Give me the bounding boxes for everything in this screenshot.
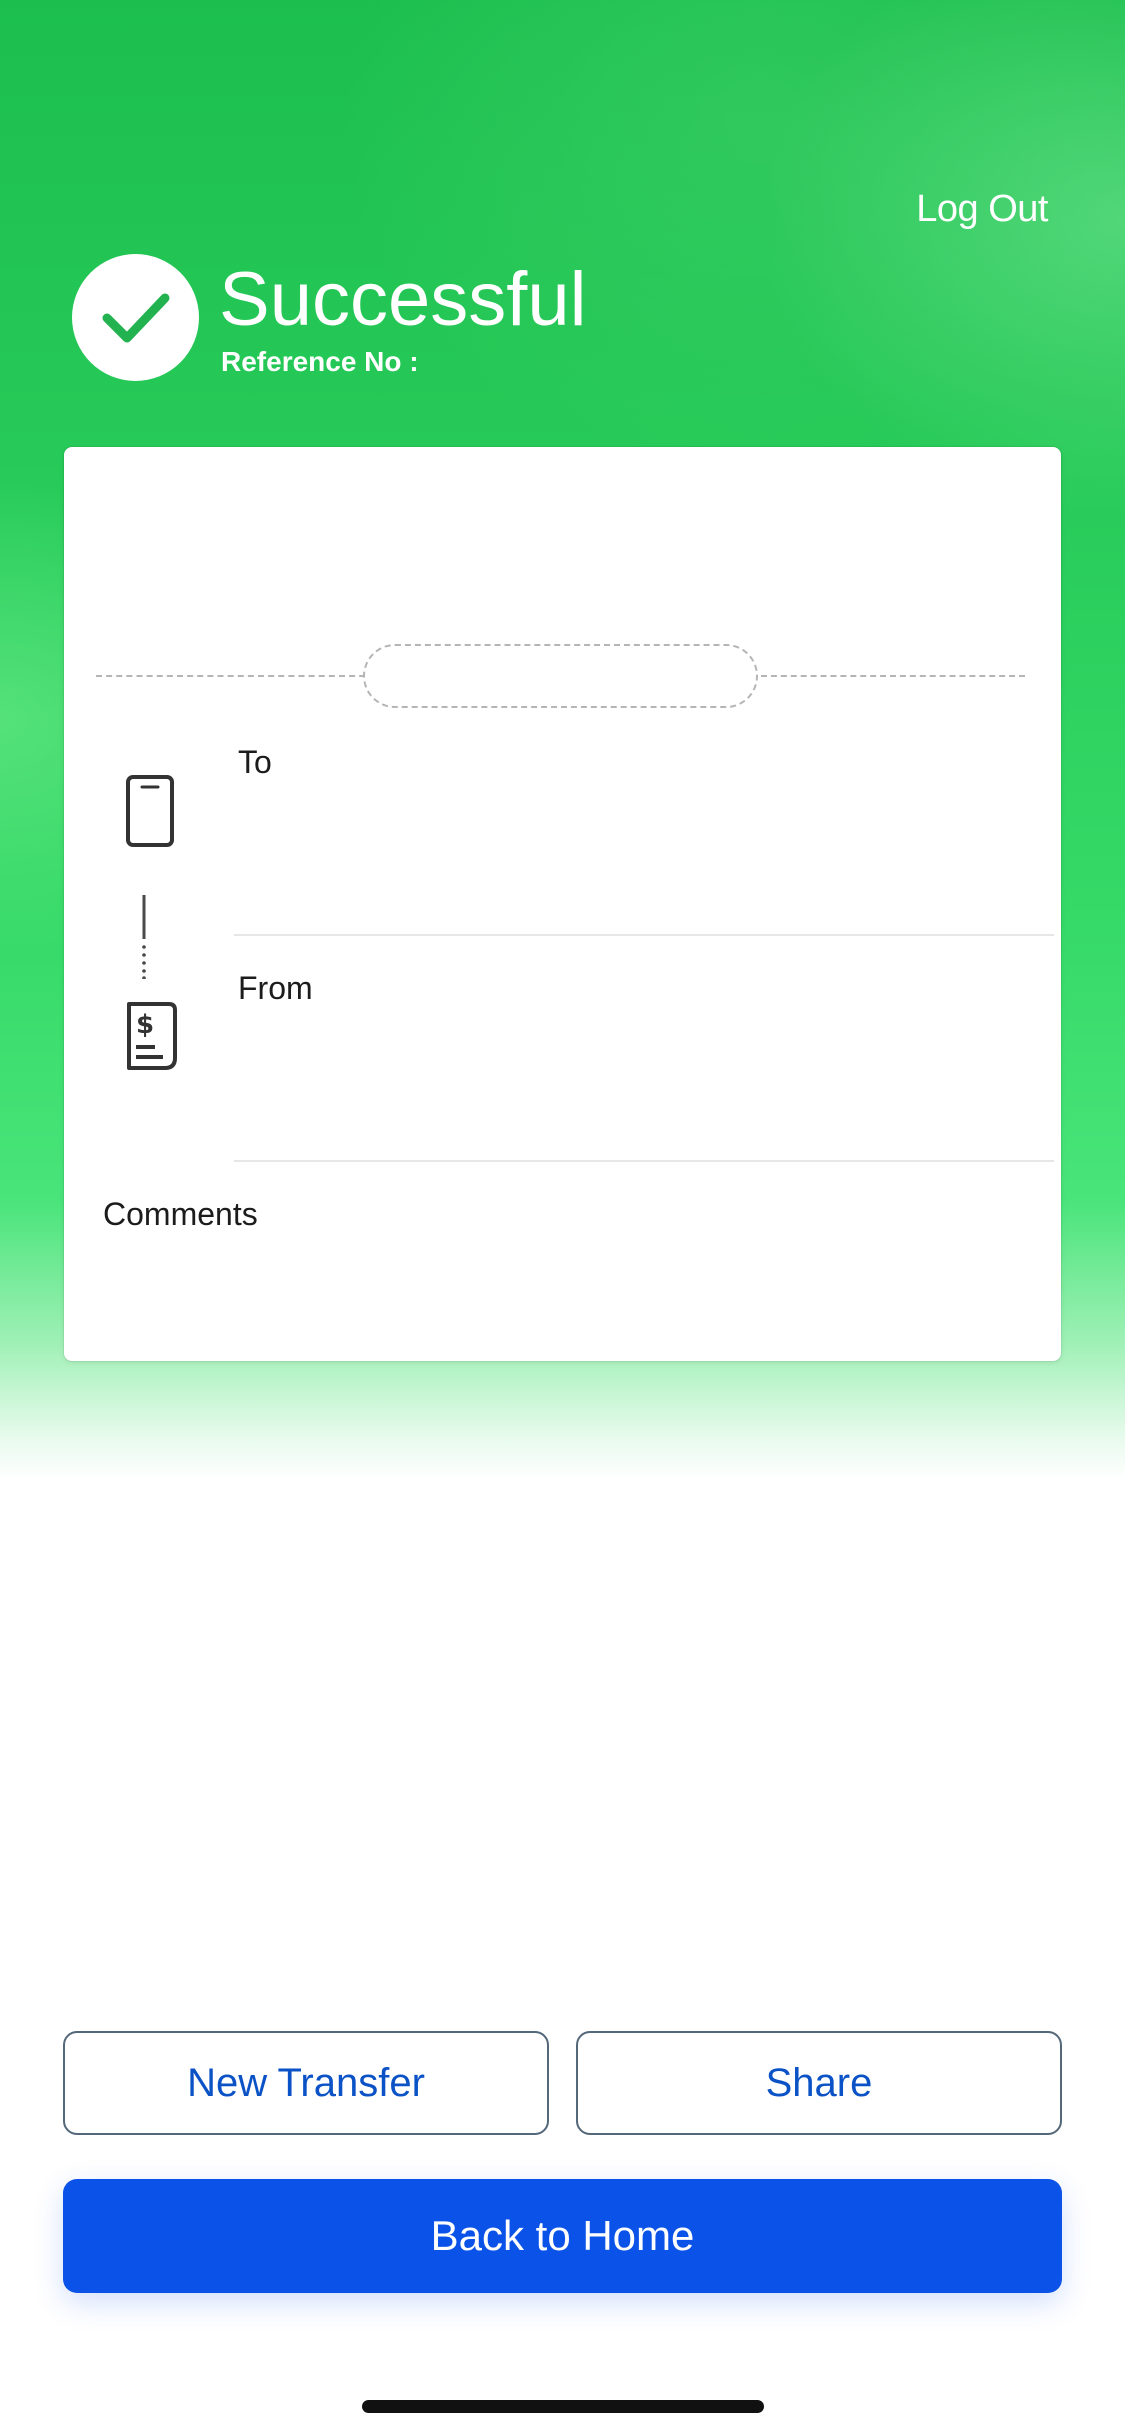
perforation-line-right <box>761 675 1025 677</box>
home-indicator <box>362 2400 764 2413</box>
success-badge <box>72 254 199 381</box>
bill-icon: $ <box>127 1002 177 1070</box>
to-label: To <box>238 744 272 780</box>
from-divider <box>234 1160 1054 1162</box>
new-transfer-button[interactable]: New Transfer <box>63 2031 549 2135</box>
phone-icon <box>126 775 174 847</box>
status-title: Successful <box>219 257 587 342</box>
back-to-home-button[interactable]: Back to Home <box>63 2179 1062 2293</box>
dotted-connector-icon <box>142 895 146 979</box>
comments-label: Comments <box>103 1196 258 1232</box>
to-divider <box>234 934 1054 936</box>
reference-number-label: Reference No : <box>221 346 419 377</box>
check-icon <box>102 293 169 342</box>
svg-text:$: $ <box>136 1010 154 1040</box>
share-button[interactable]: Share <box>576 2031 1062 2135</box>
receipt-card: $ To From Comments <box>64 447 1061 1361</box>
perforation-notch <box>363 644 758 708</box>
from-label: From <box>238 970 313 1006</box>
logout-link[interactable]: Log Out <box>916 188 1048 231</box>
